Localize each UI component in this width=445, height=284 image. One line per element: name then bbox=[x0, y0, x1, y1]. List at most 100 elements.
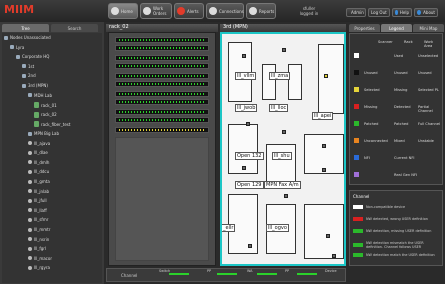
tree-item[interactable]: lll_dmlh bbox=[28, 160, 49, 165]
tree-item[interactable]: MPN Big Lab bbox=[28, 131, 59, 136]
floor-plan[interactable]: lll_vllm lll_zma lll_jwob lll_lloc lll_a… bbox=[220, 32, 346, 266]
legend-swatch bbox=[354, 70, 359, 75]
rack-view[interactable] bbox=[108, 32, 216, 266]
folder-icon bbox=[22, 83, 26, 88]
channel-swatch bbox=[353, 243, 363, 247]
channel-segment bbox=[257, 273, 277, 275]
legend-swatch bbox=[354, 104, 359, 109]
rack-unit[interactable] bbox=[115, 99, 209, 105]
top-bar: MIIM Home Work Orders Alerts Connections… bbox=[0, 0, 445, 22]
legend-swatch bbox=[354, 172, 359, 177]
tab-properties[interactable]: Properties bbox=[349, 24, 380, 32]
floor-label[interactable]: MPN Fax A/m bbox=[264, 181, 301, 189]
rack-unit[interactable] bbox=[115, 109, 209, 115]
floor-label[interactable]: lll_lloc bbox=[269, 104, 289, 112]
floor-label[interactable]: lll_jwob bbox=[235, 104, 258, 112]
device-icon[interactable] bbox=[332, 254, 336, 258]
floor-label[interactable]: lll_vllm bbox=[235, 72, 257, 80]
device-icon[interactable] bbox=[284, 194, 288, 198]
tree-item[interactable]: lll_llaff bbox=[28, 208, 47, 213]
rack-unit[interactable] bbox=[115, 55, 209, 61]
admin-button[interactable]: Admin bbox=[346, 8, 366, 17]
floor-label[interactable]: lll_ogvo bbox=[266, 224, 289, 232]
device-icon[interactable] bbox=[282, 48, 286, 52]
device-icon[interactable] bbox=[282, 130, 286, 134]
floor-label[interactable]: lll_zma bbox=[269, 72, 291, 80]
rack-unit[interactable] bbox=[115, 127, 209, 133]
tree-item[interactable]: lll_macor bbox=[28, 256, 52, 261]
rack-unit[interactable] bbox=[115, 91, 209, 97]
tree-item[interactable]: lll_jnlab bbox=[28, 189, 49, 194]
tree-item[interactable]: lll_jfull bbox=[28, 198, 47, 203]
tree-item[interactable]: Nodes Unassociated bbox=[4, 35, 51, 40]
tab-tree[interactable]: Tree bbox=[2, 24, 49, 32]
tree-item[interactable]: lll_dlae bbox=[28, 150, 48, 155]
channel-label: Channel bbox=[121, 273, 138, 278]
floor-label[interactable]: Open 132 bbox=[235, 152, 264, 160]
device-icon[interactable] bbox=[322, 168, 326, 172]
tree-item[interactable]: lll_mmtr bbox=[28, 227, 50, 232]
tree-item[interactable]: 3rd (MPN) bbox=[22, 83, 48, 88]
floor-room bbox=[262, 64, 276, 100]
tree-item[interactable]: rack_01 bbox=[34, 102, 57, 109]
device-icon[interactable] bbox=[324, 74, 328, 78]
tree-item[interactable]: 1st bbox=[22, 64, 34, 69]
tree-item[interactable]: lll_ddcu bbox=[28, 169, 49, 174]
tree-item[interactable]: rack_fiber_test bbox=[34, 121, 70, 128]
connections-button[interactable]: Connections bbox=[206, 3, 244, 19]
wa-label: WA bbox=[247, 269, 253, 273]
rack-unit[interactable] bbox=[115, 73, 209, 79]
folder-icon bbox=[28, 131, 32, 136]
folder-icon bbox=[28, 93, 32, 98]
help-button[interactable]: Help bbox=[392, 8, 412, 17]
device-icon[interactable] bbox=[242, 166, 246, 170]
rack-unit[interactable] bbox=[115, 45, 209, 51]
tree-item[interactable]: lll_fgrl bbox=[28, 246, 46, 251]
rack-icon bbox=[34, 111, 39, 118]
tree-item[interactable]: MDH Lab bbox=[28, 93, 52, 98]
floor-label[interactable]: _ellr bbox=[222, 224, 236, 232]
home-button[interactable]: Home bbox=[108, 3, 138, 19]
device-icon[interactable] bbox=[248, 244, 252, 248]
floor-title: 3rd (MPN) bbox=[223, 24, 248, 30]
legend-swatch bbox=[354, 155, 359, 160]
tab-mini-map[interactable]: Mini Map bbox=[413, 24, 444, 32]
tab-search[interactable]: Search bbox=[51, 24, 98, 32]
help-icon bbox=[395, 10, 398, 15]
rack-unit[interactable] bbox=[115, 63, 209, 69]
rack-unit[interactable] bbox=[115, 117, 209, 123]
folder-icon bbox=[22, 73, 26, 78]
work-orders-button[interactable]: Work Orders bbox=[140, 3, 172, 19]
device-icon[interactable] bbox=[322, 144, 326, 148]
tree-item[interactable]: lll_rgyra bbox=[28, 265, 50, 270]
switch-icon bbox=[28, 227, 32, 232]
pp-label-2: PP bbox=[285, 269, 290, 273]
tree-item[interactable]: lll_nsrin bbox=[28, 237, 49, 242]
tree-item[interactable]: lll_sfmr bbox=[28, 217, 48, 222]
tree-item[interactable]: 2nd bbox=[22, 73, 36, 78]
device-icon[interactable] bbox=[242, 54, 246, 58]
tree-item[interactable]: Lyra bbox=[10, 45, 24, 50]
legend-row: Unconnected Mixed Unstable bbox=[352, 133, 442, 150]
rack-unit[interactable] bbox=[115, 37, 209, 43]
user-info: sfuller logged in bbox=[294, 6, 324, 16]
floor-label[interactable]: Open 129 bbox=[235, 181, 264, 189]
switch-icon bbox=[28, 198, 32, 203]
floor-label[interactable]: lll_apei bbox=[312, 112, 334, 120]
alerts-button[interactable]: Alerts bbox=[174, 3, 204, 19]
switch-icon bbox=[28, 256, 32, 261]
floor-room bbox=[318, 44, 344, 114]
logout-button[interactable]: Log Out bbox=[368, 8, 390, 17]
tree-item[interactable]: Corporate HQ bbox=[16, 54, 49, 59]
tab-legend[interactable]: Legend bbox=[381, 24, 412, 32]
rack-unit[interactable] bbox=[115, 81, 209, 87]
tree-item[interactable]: rack_02 bbox=[34, 111, 57, 118]
tree-item[interactable]: lll_gmta bbox=[28, 179, 50, 184]
tree-item[interactable]: lll_ajava bbox=[28, 141, 50, 146]
device-icon[interactable] bbox=[246, 122, 250, 126]
device-icon[interactable] bbox=[326, 234, 330, 238]
reports-button[interactable]: Reports bbox=[246, 3, 276, 19]
rack-title: rack_02 bbox=[109, 24, 129, 30]
about-button[interactable]: About bbox=[414, 8, 438, 17]
floor-label[interactable]: lll_shu bbox=[272, 152, 292, 160]
